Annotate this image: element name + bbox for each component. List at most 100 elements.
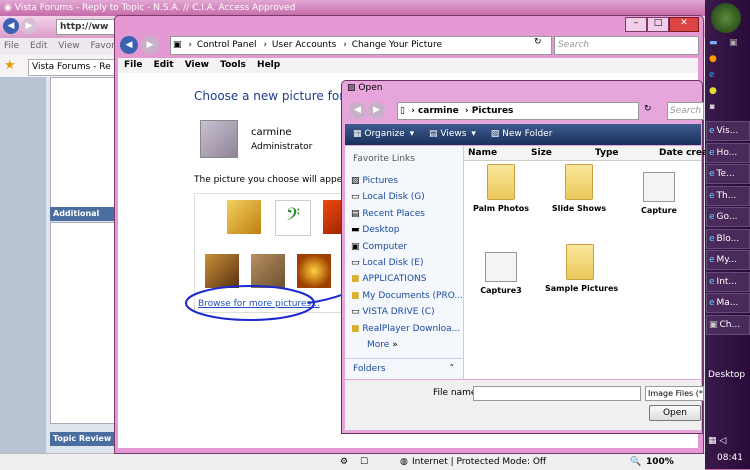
column-name[interactable]: Name xyxy=(468,146,497,160)
breadcrumb-carmine[interactable]: carmine xyxy=(418,106,459,116)
app-icon[interactable]: ▪ xyxy=(709,102,715,112)
file-name-input[interactable] xyxy=(473,386,641,401)
forward-icon[interactable]: ▶ xyxy=(21,18,37,34)
file-item-palm-photos[interactable]: Palm Photos xyxy=(473,164,529,213)
link-pictures[interactable]: ▨ Pictures xyxy=(351,173,463,189)
clock[interactable]: 08:41 xyxy=(717,453,743,463)
status-icon-2: ☐ xyxy=(360,457,369,467)
ie-icon: e xyxy=(709,277,715,287)
ie-icon: e xyxy=(709,169,715,179)
firefox-icon[interactable]: ● xyxy=(709,54,717,64)
organize-button[interactable]: Organize xyxy=(364,129,404,139)
address-input[interactable]: http://ww xyxy=(56,19,117,35)
back-icon[interactable]: ◀ xyxy=(349,102,366,119)
open-dialog-breadcrumb[interactable]: ▯ › carmine › Pictures xyxy=(397,102,639,120)
menu-view[interactable]: View xyxy=(58,41,79,51)
breadcrumb-control-panel[interactable]: Control Panel xyxy=(197,40,257,50)
forward-icon[interactable]: ▶ xyxy=(141,36,159,54)
favorite-links-panel: Favorite Links ▨ Pictures ▭ Local Disk (… xyxy=(345,146,464,379)
volume-icon[interactable]: ◁ xyxy=(719,436,726,446)
file-item-capture[interactable]: Capture xyxy=(631,172,687,215)
new-folder-button[interactable]: New Folder xyxy=(502,129,552,139)
back-icon[interactable]: ◀ xyxy=(3,18,19,34)
ie-icon: e xyxy=(709,212,715,222)
link-more[interactable]: More » xyxy=(351,337,463,353)
link-desktop[interactable]: ▬ Desktop xyxy=(351,222,463,238)
folder-icon: ▨ xyxy=(347,83,356,93)
taskbar-item[interactable]: e Int... xyxy=(706,272,750,292)
taskbar-item[interactable]: e Ma... xyxy=(706,293,750,313)
globe-icon: ◍ xyxy=(400,457,408,467)
minimize-button[interactable]: – xyxy=(625,17,647,32)
folders-toggle[interactable]: Folders ˄ xyxy=(345,358,462,379)
show-desktop-icon[interactable]: ▬ xyxy=(709,38,718,48)
network-icon[interactable]: ▦ xyxy=(708,436,717,446)
desktop-toolbar-label[interactable]: Desktop xyxy=(708,370,745,380)
open-button[interactable]: Open xyxy=(649,405,701,421)
taskbar-item[interactable]: e Blo... xyxy=(706,229,750,249)
image-thumb-icon xyxy=(643,172,675,202)
refresh-icon[interactable]: ↻ xyxy=(534,37,542,47)
menu-edit[interactable]: Edit xyxy=(154,60,174,70)
forum-panel xyxy=(50,77,122,219)
favorites-star-icon[interactable]: ★ xyxy=(4,58,16,73)
refresh-icon[interactable]: ↻ xyxy=(644,104,652,114)
folders-label: Folders xyxy=(353,364,386,374)
menu-file[interactable]: File xyxy=(4,41,19,51)
status-icon: ⚙ xyxy=(340,457,349,467)
file-type-select[interactable]: Image Files (*. xyxy=(645,386,704,401)
back-icon[interactable]: ◀ xyxy=(120,36,138,54)
cp-breadcrumb[interactable]: ▣ › Control Panel › User Accounts › Chan… xyxy=(170,36,552,55)
cp-search-input[interactable]: Search xyxy=(554,36,699,55)
menu-edit[interactable]: Edit xyxy=(30,41,47,51)
file-item-sample-pictures[interactable]: Sample Pictures xyxy=(545,244,618,293)
zoom-level[interactable]: 100% xyxy=(646,454,674,470)
user-avatar xyxy=(200,120,238,158)
close-button[interactable]: ✕ xyxy=(669,17,699,32)
recent-places-icon: ▤ xyxy=(351,208,360,219)
column-size[interactable]: Size xyxy=(531,146,552,160)
taskbar-item[interactable]: e Vis... xyxy=(706,121,750,141)
menu-file[interactable]: File xyxy=(124,60,142,70)
link-computer[interactable]: ▣ Computer xyxy=(351,239,463,255)
column-type[interactable]: Type xyxy=(595,146,618,160)
forward-icon[interactable]: ▶ xyxy=(368,102,385,119)
taskbar-item[interactable]: e Ho... xyxy=(706,143,750,163)
link-local-disk-e[interactable]: ▭ Local Disk (E) xyxy=(351,255,463,271)
taskbar-item[interactable]: e Th... xyxy=(706,186,750,206)
open-dialog-search-input[interactable]: Search xyxy=(667,102,704,120)
link-applications[interactable]: ■ APPLICATIONS xyxy=(351,271,463,287)
views-button[interactable]: Views xyxy=(440,129,466,139)
options-panel xyxy=(50,222,122,424)
folder-icon xyxy=(566,244,594,280)
breadcrumb-user-accounts[interactable]: User Accounts xyxy=(272,40,336,50)
taskbar-item[interactable]: e My... xyxy=(706,250,750,270)
menu-tools[interactable]: Tools xyxy=(220,60,246,70)
breadcrumb-pictures[interactable]: Pictures xyxy=(472,106,514,116)
maximize-button[interactable]: □ xyxy=(647,17,669,32)
ie-icon[interactable]: e xyxy=(709,70,715,80)
link-local-disk-g[interactable]: ▭ Local Disk (G) xyxy=(351,189,463,205)
user-name: carmine xyxy=(251,127,292,138)
link-my-documents[interactable]: ■ My Documents (PRO... xyxy=(351,288,463,304)
link-realplayer[interactable]: ■ RealPlayer Downloa... xyxy=(351,321,463,337)
link-recent-places[interactable]: ▤ Recent Places xyxy=(351,206,463,222)
taskbar-item[interactable]: e Go... xyxy=(706,207,750,227)
menu-view[interactable]: View xyxy=(185,60,209,70)
start-button[interactable] xyxy=(711,3,741,33)
breadcrumb-change-picture[interactable]: Change Your Picture xyxy=(352,40,442,50)
window-controls: – □ ✕ xyxy=(625,17,699,32)
folder-icon: ■ xyxy=(351,274,360,285)
app-icon[interactable]: ● xyxy=(709,86,717,96)
switch-windows-icon[interactable]: ▣ xyxy=(729,38,738,48)
link-vista-drive[interactable]: ▭ VISTA DRIVE (C) xyxy=(351,304,463,320)
file-item-capture3[interactable]: Capture3 xyxy=(473,252,529,295)
file-item-slide-shows[interactable]: Slide Shows xyxy=(551,164,607,213)
user-role: Administrator xyxy=(251,142,313,152)
browser-tab[interactable]: Vista Forums - Re xyxy=(28,59,117,76)
column-date[interactable]: Date crea xyxy=(659,146,708,160)
taskbar-item[interactable]: e Te... xyxy=(706,164,750,184)
folder-icon: ■ xyxy=(351,290,360,301)
menu-help[interactable]: Help xyxy=(257,60,280,70)
taskbar-item[interactable]: ▣ Ch... xyxy=(706,315,750,335)
